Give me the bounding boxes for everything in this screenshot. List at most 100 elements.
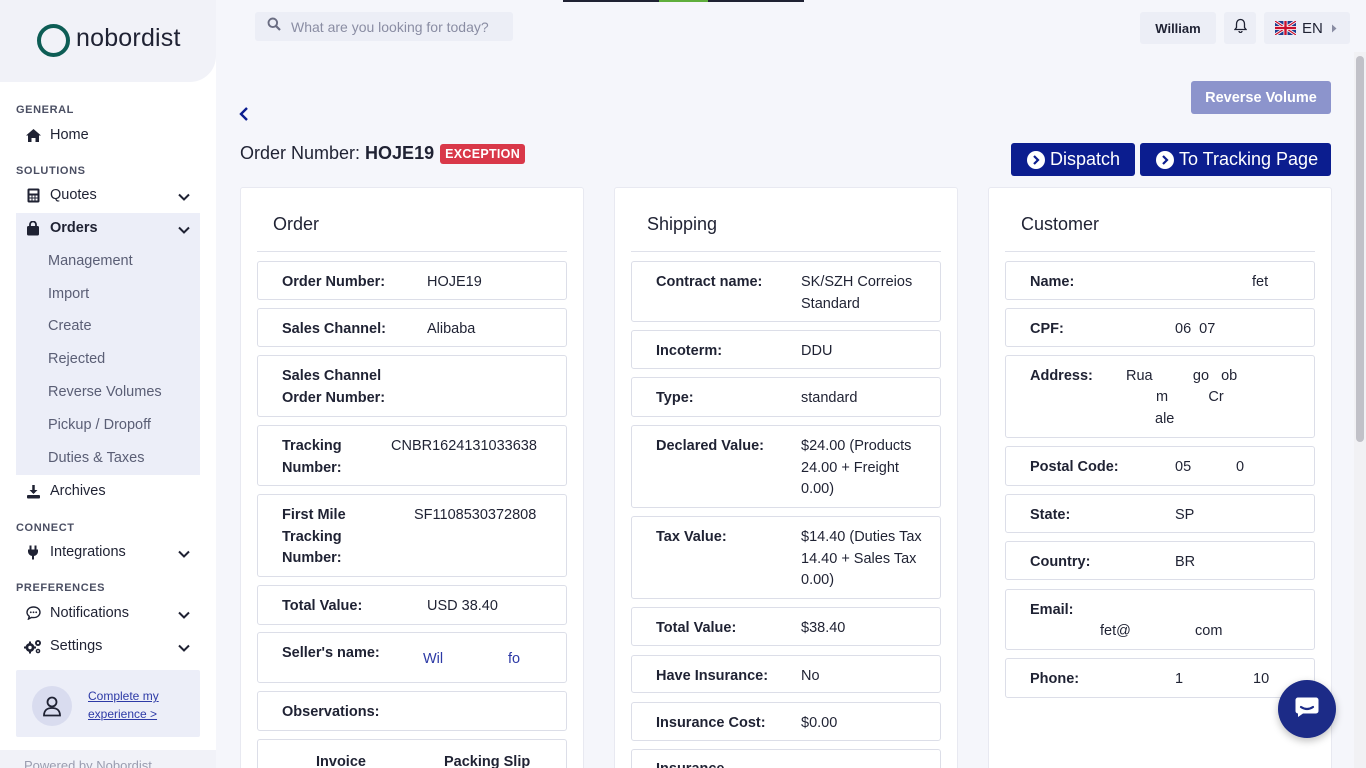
chat-widget-button[interactable] — [1278, 680, 1336, 738]
gears-icon — [16, 639, 50, 654]
card-title: Customer — [1021, 214, 1100, 234]
row-label: Total Value: — [282, 598, 363, 614]
language-selector[interactable]: EN — [1264, 12, 1350, 44]
info-row: CPF: 06 07 — [1005, 308, 1315, 347]
caret-right-icon — [1331, 24, 1337, 33]
sidebar-item-quotes[interactable]: Quotes — [16, 180, 200, 210]
reverse-volume-button[interactable]: Reverse Volume — [1191, 81, 1331, 114]
row-value: BR — [1175, 554, 1196, 570]
circle-chevron-right-icon — [1027, 150, 1045, 169]
row-label: Country: — [1030, 554, 1091, 570]
row-value: fet — [1252, 274, 1269, 290]
row-label: Seller's name: — [282, 645, 380, 661]
address-line-2: m Cr — [1156, 389, 1224, 405]
customer-card: Customer Name: fet CPF: 06 07 Address: R… — [988, 187, 1332, 768]
row-value: DDU — [801, 343, 833, 359]
chat-icon — [1294, 696, 1320, 723]
info-row: First Mile Tracking Number: SF1108530372… — [257, 494, 567, 577]
row-label: Type: — [656, 390, 694, 406]
row-value: 05 — [1175, 459, 1192, 475]
info-row: Sales Channel: Alibaba — [257, 308, 567, 347]
info-row: Type: standard — [631, 377, 941, 417]
section-preferences: PREFERENCES — [16, 582, 106, 594]
top-progress-strip-accent — [659, 0, 708, 2]
sidebar-subitem-reverse-volumes[interactable]: Reverse Volumes — [48, 384, 162, 400]
sidebar-item-label: Archives — [50, 483, 106, 499]
sidebar-subitem-pickup-dropoff[interactable]: Pickup / Dropoff — [48, 417, 151, 433]
shipping-card: Shipping Contract name: SK/SZH Correios … — [614, 187, 958, 768]
address-line-1: Rua go ob — [1126, 368, 1238, 384]
info-row: Incoterm: DDU — [631, 330, 941, 369]
row-value-part: 10 — [1253, 671, 1270, 687]
sidebar-subitem-import[interactable]: Import — [48, 286, 89, 302]
logo-area[interactable]: nobordist — [0, 0, 216, 82]
dispatch-button[interactable]: Dispatch — [1011, 143, 1135, 176]
sidebar: nobordist GENERAL Home SOLUTIONS Quotes … — [0, 0, 216, 768]
info-row: Email: fet@ com — [1005, 589, 1315, 650]
logo-icon — [37, 24, 70, 57]
row-label: Insurance Cost: — [656, 715, 766, 731]
info-row: Address: Rua go ob m Cr ale — [1005, 355, 1315, 438]
chevron-left-icon — [238, 107, 250, 126]
info-row: Postal Code: 05 0 — [1005, 446, 1315, 486]
row-label: Sales Channel: — [282, 321, 386, 337]
seller-name-link-part[interactable]: fo — [508, 649, 520, 671]
row-label: Name: — [1030, 274, 1075, 290]
language-label: EN — [1302, 19, 1323, 37]
sidebar-item-label: Settings — [50, 638, 103, 654]
seller-name-link[interactable]: Wil — [423, 649, 443, 671]
row-value-part: 0 — [1236, 459, 1245, 475]
row-label: State: — [1030, 507, 1071, 523]
chevron-down-icon — [178, 222, 190, 238]
row-label: Have Insurance: — [656, 668, 769, 684]
sidebar-subitem-create[interactable]: Create — [48, 318, 92, 334]
row-value: CNBR1624131033638 — [391, 438, 537, 454]
order-number-label: Order Number: — [240, 143, 361, 163]
sidebar-item-label: Home — [50, 127, 89, 143]
invoice-label[interactable]: Invoice — [316, 752, 366, 768]
sidebar-item-label: Notifications — [50, 605, 129, 621]
sidebar-item-archives[interactable]: Archives — [16, 476, 200, 506]
brand-name: nobordist — [76, 24, 181, 52]
chevron-down-icon — [178, 607, 190, 623]
sidebar-item-notifications[interactable]: Notifications — [16, 598, 200, 628]
info-row: Seller's name: Wil fo — [257, 632, 567, 683]
order-card: Order Order Number: HOJE19 Sales Channel… — [240, 187, 584, 768]
plug-icon — [16, 545, 50, 560]
row-label: Insurance — [656, 759, 725, 768]
row-label: Declared Value: — [656, 438, 764, 454]
row-label: Postal Code: — [1030, 459, 1119, 475]
sidebar-subitem-duties-taxes[interactable]: Duties & Taxes — [48, 450, 144, 466]
search-bar[interactable] — [255, 12, 513, 41]
sidebar-item-orders[interactable]: Orders — [16, 213, 200, 243]
scrollbar-thumb[interactable] — [1356, 56, 1364, 442]
packing-slip-label[interactable]: Packing Slip — [444, 752, 530, 768]
divider — [1005, 251, 1315, 252]
sidebar-subitem-management[interactable]: Management — [48, 253, 133, 269]
sidebar-subitem-rejected[interactable]: Rejected — [48, 351, 105, 367]
sidebar-item-settings[interactable]: Settings — [16, 631, 200, 661]
dispatch-label: Dispatch — [1050, 149, 1121, 169]
info-row: Sales Channel Order Number: — [257, 355, 567, 417]
row-value: standard — [801, 390, 858, 406]
search-icon — [267, 17, 281, 36]
notifications-button[interactable] — [1224, 12, 1256, 44]
complete-experience-link[interactable]: Complete my experience > — [88, 687, 188, 723]
sidebar-item-integrations[interactable]: Integrations — [16, 537, 200, 567]
download-icon — [16, 484, 50, 499]
info-row: Insurance Cost: $0.00 — [631, 702, 941, 741]
row-value: SF1108530372808 — [414, 507, 537, 523]
order-number: HOJE19 — [365, 143, 435, 163]
search-input[interactable] — [291, 18, 501, 35]
back-button[interactable] — [238, 106, 254, 124]
info-row: Total Value: $38.40 — [631, 607, 941, 646]
row-label: Tracking Number: — [282, 438, 342, 476]
row-value: $0.00 — [801, 715, 838, 731]
chevron-down-icon — [178, 546, 190, 562]
info-row: Observations: — [257, 691, 567, 731]
info-row: Have Insurance: No — [631, 655, 941, 693]
tracking-page-button[interactable]: To Tracking Page — [1140, 143, 1331, 176]
documents-row: Invoice Packing Slip — [257, 739, 567, 768]
sidebar-item-home[interactable]: Home — [16, 120, 200, 150]
user-menu-button[interactable]: William — [1140, 12, 1216, 44]
